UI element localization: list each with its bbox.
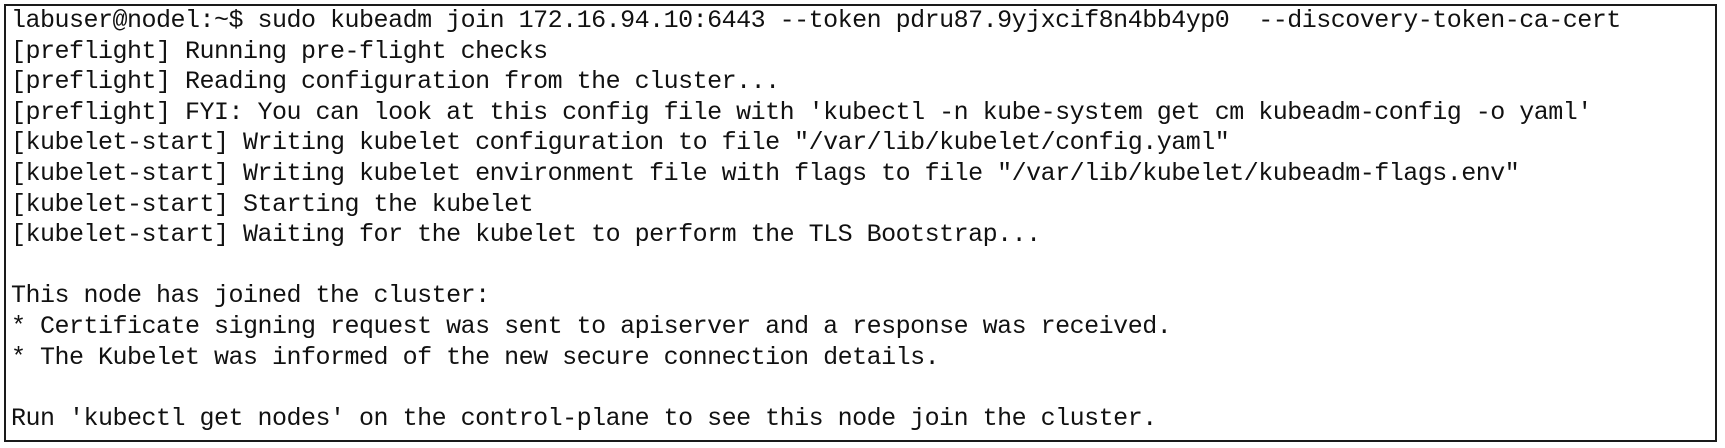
output-line: [kubelet-start] Writing kubelet configur… — [11, 128, 1230, 158]
command-prompt-line: labuser@nodel:~$ sudo kubeadm join 172.1… — [11, 6, 1621, 35]
output-line: [kubelet-start] Starting the kubelet — [11, 189, 534, 219]
output-line: [kubelet-start] Writing kubelet environm… — [11, 158, 1520, 188]
terminal-output: labuser@nodel:~$ sudo kubeadm join 172.1… — [11, 6, 1621, 434]
output-line: [preflight] Reading configuration from t… — [11, 67, 780, 97]
output-line: [preflight] FYI: You can look at this co… — [11, 97, 1592, 127]
output-line: [preflight] Running pre-flight checks — [11, 36, 548, 66]
output-line: Run 'kubectl get nodes' on the control-p… — [11, 403, 1157, 433]
output-line: * Certificate signing request was sent t… — [11, 311, 1172, 341]
output-line: [kubelet-start] Waiting for the kubelet … — [11, 220, 1041, 250]
terminal-window[interactable]: labuser@nodel:~$ sudo kubeadm join 172.1… — [4, 4, 1717, 442]
output-line: This node has joined the cluster: — [11, 281, 490, 311]
output-line: * The Kubelet was informed of the new se… — [11, 342, 940, 372]
